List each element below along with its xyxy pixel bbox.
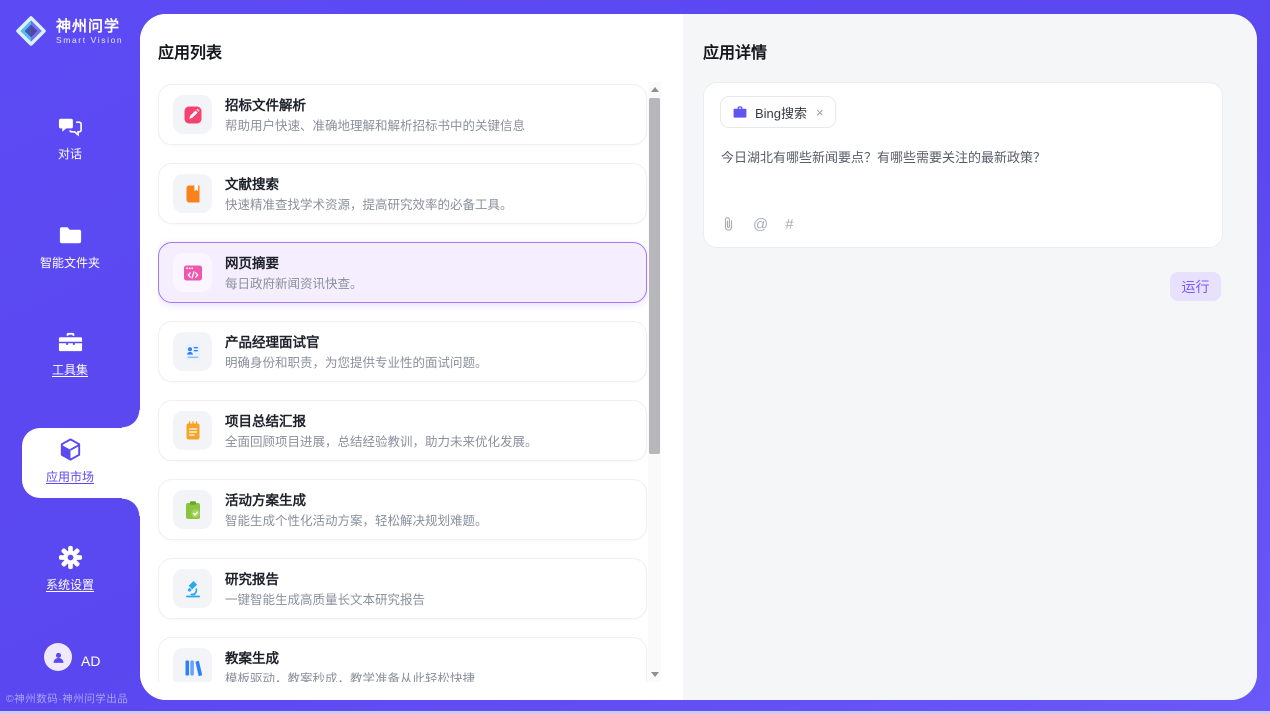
app-card-desc: 智能生成个性化活动方案，轻松解决规划难题。 <box>225 510 488 529</box>
user-name: AD <box>81 653 100 669</box>
user-icon <box>50 649 67 666</box>
books-icon <box>173 648 212 682</box>
sidebar-item-label: 工具集 <box>52 361 88 378</box>
cube-icon <box>57 436 84 463</box>
app-list-title: 应用列表 <box>158 39 222 63</box>
sidebar-item-label: 对话 <box>58 145 82 162</box>
hash-tag-icon[interactable]: # <box>785 216 793 233</box>
tool-chip-bing-search[interactable]: Bing搜索 × <box>720 96 836 128</box>
app-card-title: 招标文件解析 <box>225 94 306 114</box>
brand-subtitle: Smart Vision <box>56 35 123 45</box>
app-detail-title: 应用详情 <box>703 39 767 63</box>
scroll-up-arrow-icon[interactable] <box>651 87 659 92</box>
sidebar-item-app-market[interactable]: 应用市场 <box>0 436 140 486</box>
app-card-desc: 每日政府新闻资讯快查。 <box>225 273 363 292</box>
prompt-card: Bing搜索 × 今日湖北有哪些新闻要点？有哪些需要关注的最新政策？ @ # <box>703 82 1223 248</box>
app-card-title: 活动方案生成 <box>225 489 306 509</box>
summary-report-icon <box>173 411 212 450</box>
app-card-desc: 帮助用户快速、准确地理解和解析招标书中的关键信息 <box>225 115 525 134</box>
copyright-footer: ©神州数码·神州问学出品 <box>6 691 128 706</box>
app-list-panel: 应用列表 招标文件解析 帮助用户快速、准确地理解和解析招标书中的关键信息 <box>140 14 683 700</box>
interviewer-icon <box>173 332 212 371</box>
app-card-desc: 一键智能生成高质量长文本研究报告 <box>225 589 425 608</box>
sidebar-item-toolset[interactable]: 工具集 <box>0 329 140 379</box>
prompt-toolbar: @ # <box>721 216 794 233</box>
close-icon[interactable]: × <box>816 105 824 120</box>
app-card-desc: 明确身份和职责，为您提供专业性的面试问题。 <box>225 352 488 371</box>
scroll-down-arrow-icon[interactable] <box>651 672 659 677</box>
list-scrollbar[interactable] <box>648 82 661 682</box>
app-card-title: 项目总结汇报 <box>225 410 306 430</box>
edit-square-icon <box>173 95 212 134</box>
app-card-title: 研究报告 <box>225 568 279 588</box>
app-card-pm-interviewer[interactable]: 产品经理面试官 明确身份和职责，为您提供专业性的面试问题。 <box>158 321 647 382</box>
avatar[interactable] <box>44 643 72 671</box>
app-card-bid-analysis[interactable]: 招标文件解析 帮助用户快速、准确地理解和解析招标书中的关键信息 <box>158 84 647 145</box>
app-card-lesson-plan[interactable]: 教案生成 模板驱动，教案秒成，教学准备从此轻松快捷 <box>158 637 647 682</box>
paperclip-icon[interactable] <box>721 216 736 233</box>
sidebar-item-label: 应用市场 <box>46 468 94 485</box>
app-card-desc: 模板驱动，教案秒成，教学准备从此轻松快捷 <box>225 668 475 682</box>
clipboard-check-icon <box>173 490 212 529</box>
app-detail-panel: 应用详情 Bing搜索 × 今日湖北有哪些新闻要点？有哪些需要关注的最新政策？ <box>683 14 1257 700</box>
app-card-literature-search[interactable]: 文献搜索 快速精准查找学术资源，提高研究效率的必备工具。 <box>158 163 647 224</box>
microscope-icon <box>173 569 212 608</box>
content-area: 应用列表 招标文件解析 帮助用户快速、准确地理解和解析招标书中的关键信息 <box>140 14 1257 700</box>
prompt-input[interactable]: 今日湖北有哪些新闻要点？有哪些需要关注的最新政策？ <box>721 149 1203 167</box>
sidebar-item-chat[interactable]: 对话 <box>0 113 140 163</box>
app-card-title: 教案生成 <box>225 647 279 667</box>
app-list: 招标文件解析 帮助用户快速、准确地理解和解析招标书中的关键信息 文献搜索 快速精… <box>158 82 648 682</box>
at-mention-icon[interactable]: @ <box>753 216 768 233</box>
diamond-logo-icon <box>13 13 49 49</box>
brand-logo: 神州问学 Smart Vision <box>13 13 123 49</box>
app-card-web-summary[interactable]: 网页摘要 每日政府新闻资讯快查。 <box>158 242 647 303</box>
app-window: 神州问学 Smart Vision 对话 智能文件夹 工具集 应用市场 <box>0 0 1270 714</box>
app-card-research-report[interactable]: 研究报告 一键智能生成高质量长文本研究报告 <box>158 558 647 619</box>
briefcase-icon <box>732 104 748 120</box>
browser-code-icon <box>173 253 212 292</box>
app-card-title: 产品经理面试官 <box>225 331 320 351</box>
sidebar-item-label: 智能文件夹 <box>40 254 100 271</box>
run-button[interactable]: 运行 <box>1170 272 1221 301</box>
app-card-desc: 全面回顾项目进展，总结经验教训，助力未来优化发展。 <box>225 431 538 450</box>
app-card-title: 文献搜索 <box>225 173 279 193</box>
app-card-project-summary[interactable]: 项目总结汇报 全面回顾项目进展，总结经验教训，助力未来优化发展。 <box>158 400 647 461</box>
toolbox-icon <box>57 329 84 356</box>
gear-icon <box>57 544 84 571</box>
sidebar-item-settings[interactable]: 系统设置 <box>0 544 140 594</box>
app-card-desc: 快速精准查找学术资源，提高研究效率的必备工具。 <box>225 194 513 213</box>
sidebar-item-label: 系统设置 <box>46 576 94 593</box>
brand-name: 神州问学 <box>56 18 123 35</box>
tool-chip-label: Bing搜索 <box>755 103 807 122</box>
app-card-event-plan[interactable]: 活动方案生成 智能生成个性化活动方案，轻松解决规划难题。 <box>158 479 647 540</box>
app-card-title: 网页摘要 <box>225 252 279 272</box>
chat-icon <box>57 113 84 140</box>
sidebar-item-smart-folder[interactable]: 智能文件夹 <box>0 222 140 272</box>
folder-icon <box>57 222 84 249</box>
book-icon <box>173 174 212 213</box>
scrollbar-thumb[interactable] <box>649 98 660 454</box>
